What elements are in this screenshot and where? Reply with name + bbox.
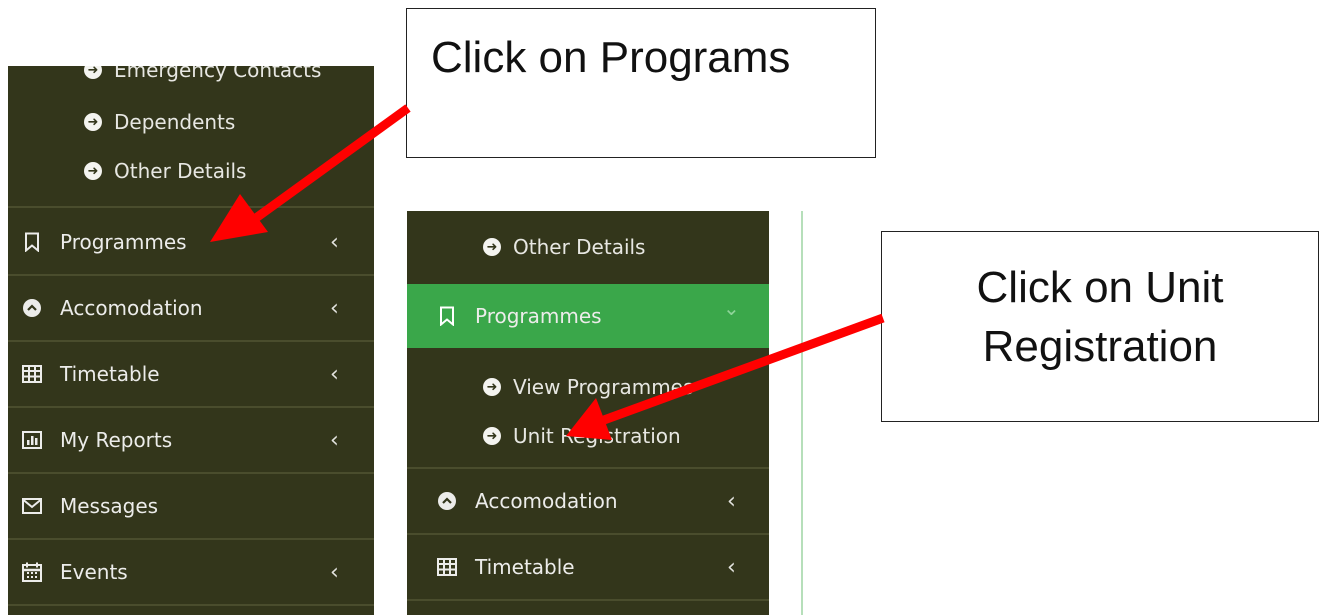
- arrow-to-programmes: [210, 104, 411, 242]
- annotation-arrows: [210, 104, 885, 440]
- arrow-to-unit-registration: [566, 313, 885, 440]
